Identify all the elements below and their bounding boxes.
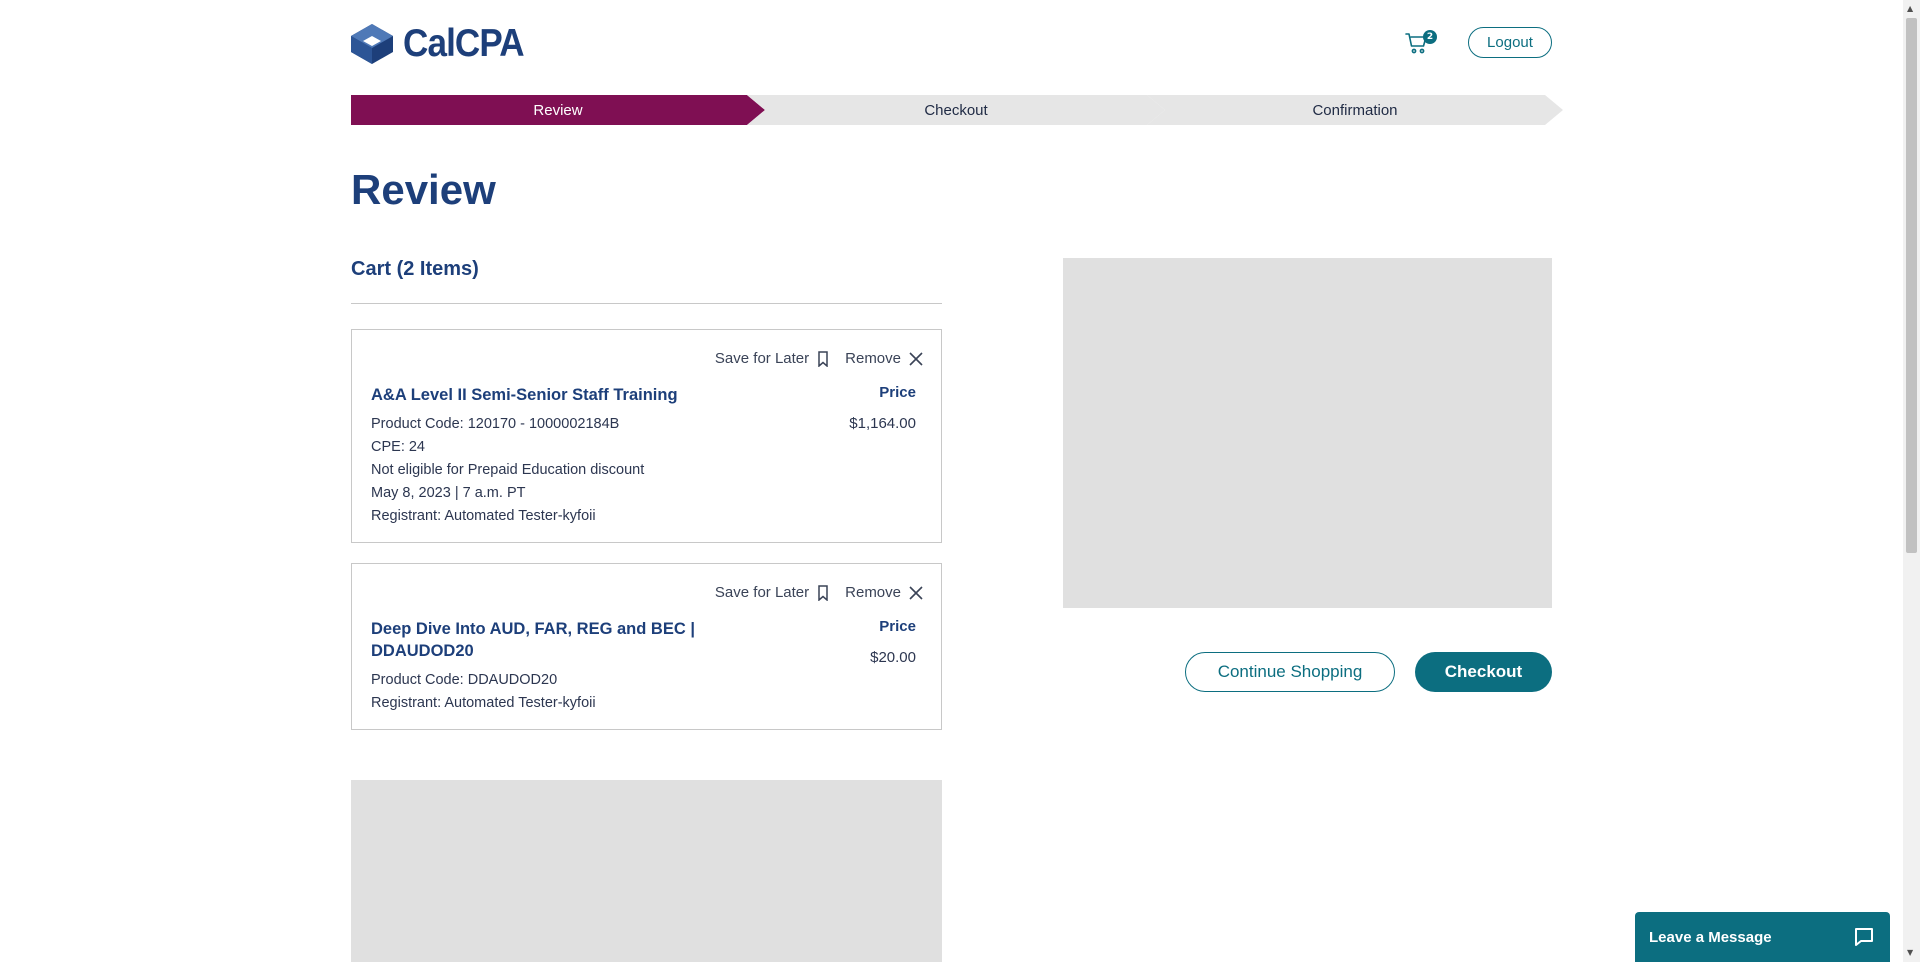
cart-button[interactable]: 2	[1405, 30, 1437, 57]
item-price: $20.00	[870, 649, 916, 666]
chat-bubble-icon	[1855, 928, 1873, 946]
remove-label: Remove	[845, 584, 901, 601]
chat-label: Leave a Message	[1649, 928, 1772, 946]
order-summary-placeholder	[1063, 258, 1552, 608]
bookmark-icon	[818, 350, 828, 367]
page-scrollbar[interactable]: ▲ ▼	[1903, 0, 1920, 962]
divider	[351, 303, 942, 304]
item-title[interactable]: Deep Dive Into AUD, FAR, REG and BEC | D…	[371, 618, 711, 662]
cart-heading: Cart (2 Items)	[351, 258, 479, 280]
continue-shopping-button[interactable]: Continue Shopping	[1185, 652, 1395, 692]
checkout-progress: Review Checkout Confirmation	[351, 95, 1563, 125]
save-for-later-button[interactable]: Save for Later	[715, 350, 829, 367]
checkout-button[interactable]: Checkout	[1415, 652, 1552, 692]
cart-item: Save for Later Remove Deep Dive Into AUD…	[351, 563, 942, 730]
step-review: Review	[351, 95, 765, 125]
save-for-later-label: Save for Later	[714, 584, 810, 601]
calcpa-logo[interactable]: CalCPA	[351, 22, 537, 66]
bookmark-icon	[818, 584, 828, 601]
cart-count-badge: 2	[1423, 30, 1437, 44]
step-checkout: Checkout	[747, 95, 1165, 125]
item-discount-note: Not eligible for Prepaid Education disco…	[371, 462, 645, 478]
item-actions: Save for Later Remove	[715, 584, 923, 601]
item-product-code: Product Code: 120170 - 1000002184B	[371, 416, 620, 432]
remove-label: Remove	[845, 350, 901, 367]
scroll-up-arrow-icon[interactable]: ▲	[1907, 4, 1913, 14]
save-for-later-button[interactable]: Save for Later	[715, 584, 829, 601]
logout-button[interactable]: Logout	[1468, 27, 1552, 58]
item-details: Product Code: DDAUDOD20 Registrant: Auto…	[371, 669, 596, 715]
leave-message-widget[interactable]: Leave a Message	[1635, 912, 1890, 962]
page-title: Review	[351, 166, 496, 213]
close-icon	[909, 585, 923, 600]
cart-item: Save for Later Remove A&A Level II Semi-…	[351, 329, 942, 543]
item-cpe: CPE: 24	[371, 439, 425, 455]
logo-mark-icon	[351, 24, 393, 64]
content-placeholder	[351, 780, 942, 962]
item-price: $1,164.00	[849, 415, 916, 432]
step-confirmation: Confirmation	[1147, 95, 1563, 125]
item-product-code: Product Code: DDAUDOD20	[371, 672, 558, 688]
remove-button[interactable]: Remove	[845, 584, 923, 601]
save-for-later-label: Save for Later	[714, 350, 810, 367]
item-registrant: Registrant: Automated Tester-kyfoii	[371, 695, 596, 711]
item-date: May 8, 2023 | 7 a.m. PT	[371, 485, 526, 501]
price-label: Price	[879, 618, 916, 635]
item-details: Product Code: 120170 - 1000002184B CPE: …	[371, 413, 644, 528]
item-title[interactable]: A&A Level II Semi-Senior Staff Training	[371, 384, 711, 406]
item-registrant: Registrant: Automated Tester-kyfoii	[371, 508, 596, 524]
item-actions: Save for Later Remove	[715, 350, 923, 367]
scrollbar-thumb[interactable]	[1906, 18, 1917, 553]
remove-button[interactable]: Remove	[845, 350, 923, 367]
close-icon	[909, 351, 923, 366]
logo-text: CalCPA	[403, 22, 525, 65]
price-label: Price	[879, 384, 916, 401]
scroll-down-arrow-icon[interactable]: ▼	[1907, 948, 1913, 958]
